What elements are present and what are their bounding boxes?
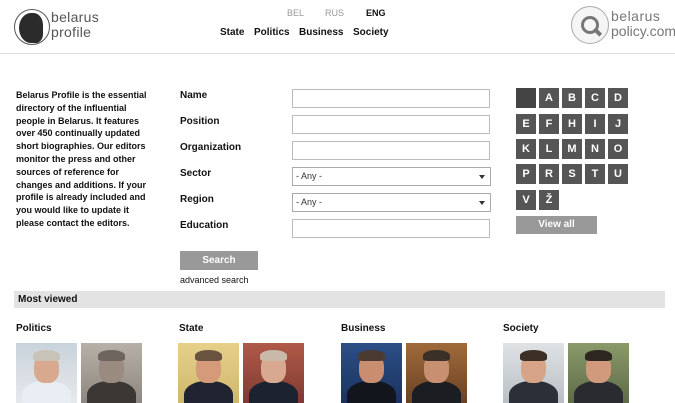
letter-j[interactable]: J — [608, 114, 628, 134]
header-divider — [0, 53, 675, 54]
sector-select[interactable]: - Any - — [292, 167, 491, 186]
letter-b[interactable]: B — [562, 88, 582, 108]
intro-text: Belarus Profile is the essential directo… — [16, 90, 147, 228]
category-politics[interactable]: Politics — [16, 323, 52, 334]
profile-head-icon — [14, 9, 50, 45]
nav-state[interactable]: State — [220, 27, 244, 38]
education-input[interactable] — [292, 219, 490, 238]
letter-z-caron[interactable]: Ž — [539, 190, 559, 210]
letter-s[interactable]: S — [562, 164, 582, 184]
search-button[interactable]: Search — [180, 251, 258, 270]
name-label: Name — [180, 90, 208, 101]
nav-society[interactable]: Society — [353, 27, 389, 38]
region-select[interactable]: - Any - — [292, 193, 491, 212]
organization-label: Organization — [180, 142, 242, 153]
letter-v[interactable]: V — [516, 190, 536, 210]
letter-p[interactable]: P — [516, 164, 536, 184]
lang-eng[interactable]: ENG — [366, 8, 386, 18]
most-viewed-title: Most viewed — [18, 294, 78, 305]
letter-k[interactable]: K — [516, 139, 536, 159]
nav-politics[interactable]: Politics — [254, 27, 290, 38]
letter-t[interactable]: T — [585, 164, 605, 184]
letter-tile-blank — [516, 88, 536, 108]
advanced-search-link[interactable]: advanced search — [180, 275, 249, 285]
portrait-thumbnail[interactable] — [178, 343, 239, 403]
letter-i[interactable]: I — [585, 114, 605, 134]
letter-m[interactable]: M — [562, 139, 582, 159]
chevron-down-icon — [479, 175, 485, 179]
portrait-thumbnail[interactable] — [16, 343, 77, 403]
letter-a[interactable]: A — [539, 88, 559, 108]
category-business[interactable]: Business — [341, 323, 385, 334]
portrait-thumbnail[interactable] — [341, 343, 402, 403]
letter-n[interactable]: N — [585, 139, 605, 159]
portrait-thumbnail[interactable] — [243, 343, 304, 403]
policy-logo-line1: belarus — [611, 8, 661, 24]
category-state[interactable]: State — [179, 323, 203, 334]
letter-u[interactable]: U — [608, 164, 628, 184]
chevron-down-icon — [479, 201, 485, 205]
lang-rus[interactable]: RUS — [325, 8, 344, 18]
letter-o[interactable]: O — [608, 139, 628, 159]
sector-label: Sector — [180, 168, 212, 179]
letter-f[interactable]: F — [539, 114, 559, 134]
letter-e[interactable]: E — [516, 114, 536, 134]
magnifier-logo-icon — [571, 6, 609, 44]
portrait-thumbnail[interactable] — [503, 343, 564, 403]
portrait-thumbnail[interactable] — [568, 343, 629, 403]
view-all-button[interactable]: View all — [516, 216, 597, 234]
organization-input[interactable] — [292, 141, 490, 160]
lang-bel[interactable]: BEL — [287, 8, 304, 18]
belarus-policy-logo[interactable]: belarus policy.com — [571, 6, 675, 46]
letter-d[interactable]: D — [608, 88, 628, 108]
belarus-profile-logo[interactable]: belarus profile — [14, 8, 104, 46]
logo-line1: belarus — [51, 9, 100, 25]
region-label: Region — [180, 194, 214, 205]
letter-c[interactable]: C — [585, 88, 605, 108]
category-society[interactable]: Society — [503, 323, 539, 334]
nav-business[interactable]: Business — [299, 27, 343, 38]
most-viewed-bar — [14, 291, 665, 308]
region-select-value: - Any - — [296, 197, 323, 207]
letter-h[interactable]: H — [562, 114, 582, 134]
logo-line2: profile — [51, 24, 92, 40]
portrait-thumbnail[interactable] — [81, 343, 142, 403]
name-input[interactable] — [292, 89, 490, 108]
policy-logo-line2: policy.com — [611, 23, 675, 39]
letter-r[interactable]: R — [539, 164, 559, 184]
position-input[interactable] — [292, 115, 490, 134]
sector-select-value: - Any - — [296, 171, 323, 181]
letter-l[interactable]: L — [539, 139, 559, 159]
education-label: Education — [180, 220, 229, 231]
position-label: Position — [180, 116, 220, 127]
portrait-thumbnail[interactable] — [406, 343, 467, 403]
